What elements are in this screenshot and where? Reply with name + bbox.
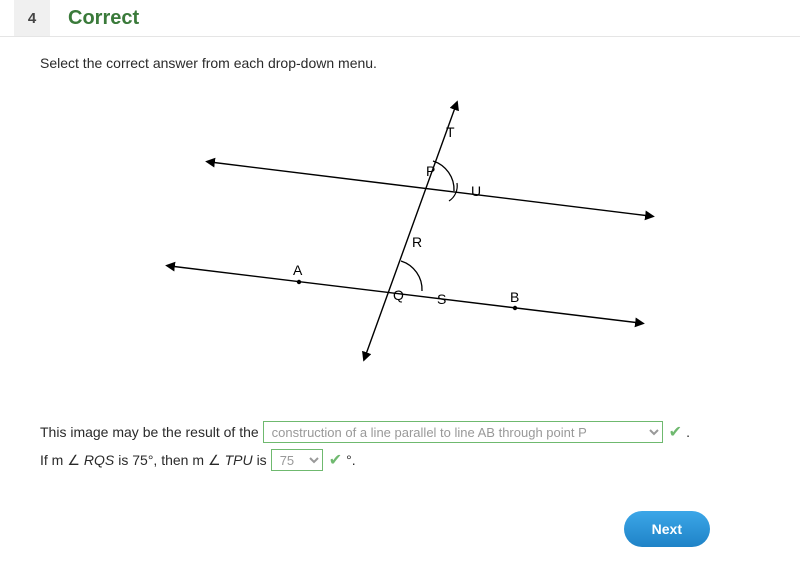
line2-prefix-a: If m — [40, 452, 63, 468]
angle-symbol-2: ∠ — [208, 452, 221, 469]
checkmark-icon: ✔ — [669, 422, 682, 442]
line2-suffix: °. — [346, 452, 356, 468]
angle-measure-select[interactable]: 75 — [271, 449, 323, 471]
line2-mid-a: is 75°, then m — [118, 452, 204, 468]
prompt-text: Select the correct answer from each drop… — [40, 55, 770, 71]
label-r: R — [412, 234, 422, 250]
status-label: Correct — [68, 7, 139, 30]
parallel-lines-svg: T P U R Q S A B — [145, 91, 665, 371]
line2-mid-b: is — [257, 452, 267, 468]
line1-suffix: . — [686, 424, 690, 440]
line1-prefix: This image may be the result of the — [40, 424, 259, 440]
label-a: A — [293, 262, 303, 278]
checkmark-icon-2: ✔ — [329, 450, 342, 470]
label-b: B — [510, 289, 519, 305]
label-p: P — [426, 163, 435, 179]
angle-rqs: RQS — [84, 452, 114, 468]
question-header: 4 Correct — [0, 0, 800, 37]
label-u: U — [471, 183, 481, 199]
label-q: Q — [393, 287, 404, 303]
angle-symbol: ∠ — [67, 452, 80, 469]
construction-select[interactable]: construction of a line parallel to line … — [263, 421, 663, 443]
footer-bar: Next — [0, 497, 800, 567]
label-s: S — [437, 291, 446, 307]
geometry-diagram: T P U R Q S A B — [40, 91, 770, 371]
question-number: 4 — [28, 10, 36, 27]
question-number-box: 4 — [14, 0, 50, 36]
next-button[interactable]: Next — [624, 511, 710, 547]
answer-line-2: If m∠RQS is 75°, then m∠TPU is 75 ✔°. — [40, 449, 770, 471]
answer-line-1: This image may be the result of the cons… — [40, 421, 770, 443]
label-t: T — [446, 124, 455, 140]
content-area: Select the correct answer from each drop… — [0, 37, 800, 497]
angle-tpu: TPU — [225, 452, 253, 468]
